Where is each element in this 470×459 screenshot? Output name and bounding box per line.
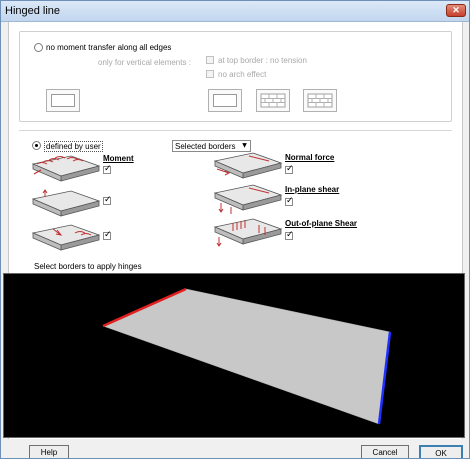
close-button[interactable]: ✕ — [446, 4, 466, 17]
no-arch-checkbox[interactable] — [206, 70, 214, 78]
help-button[interactable]: Help — [29, 445, 69, 458]
dialog-window: Hinged line ✕ no moment transfer along a… — [0, 0, 470, 459]
in-plane-shear-checkbox[interactable] — [285, 196, 294, 206]
plate-moment-icon — [31, 155, 101, 182]
title-bar: Hinged line ✕ — [1, 1, 469, 22]
plate-out-of-plane-shear-icon — [213, 218, 283, 247]
out-of-plane-shear-checkbox[interactable] — [285, 230, 294, 240]
no-moment-radio[interactable] — [34, 43, 43, 52]
plate-moment-icon-3 — [31, 224, 101, 251]
moment-label: Moment — [103, 154, 134, 163]
hinge-3d-viewport[interactable] — [3, 273, 465, 438]
normal-force-label: Normal force — [285, 153, 335, 162]
plate-normal-force-icon — [213, 152, 283, 179]
normal-force-checkbox[interactable] — [285, 164, 294, 174]
moment-checkbox-3[interactable] — [103, 230, 112, 240]
ok-button[interactable]: OK — [419, 445, 463, 458]
vertical-only-label: only for vertical elements : — [98, 58, 191, 67]
window-title: Hinged line — [5, 5, 61, 17]
section-divider — [19, 130, 452, 131]
no-moment-label: no moment transfer along all edges — [46, 43, 172, 52]
defined-by-user-radio[interactable] — [32, 141, 41, 150]
select-borders-instruction: Select borders to apply hinges — [34, 262, 142, 271]
cancel-button[interactable]: Cancel — [361, 445, 409, 458]
out-of-plane-shear-label: Out-of-plane Shear — [285, 219, 358, 228]
moment-checkbox[interactable] — [103, 164, 112, 174]
top-border-checkbox[interactable] — [206, 56, 214, 64]
plate-surface — [102, 288, 391, 425]
brick-wall-icon[interactable] — [256, 89, 290, 112]
in-plane-shear-label: In-plane shear — [285, 185, 340, 194]
moment-checkbox-2[interactable] — [103, 195, 112, 205]
defined-by-user-label: defined by user — [44, 141, 103, 152]
plate-moment-icon-2 — [31, 189, 101, 217]
wall-rect-icon[interactable] — [46, 89, 80, 112]
wall-rect-icon-2[interactable] — [208, 89, 242, 112]
no-arch-label: no arch effect — [218, 70, 267, 79]
top-border-label: at top border : no tension — [218, 56, 307, 65]
brick-wall-icon-2[interactable] — [303, 89, 337, 112]
plate-in-plane-shear-icon — [213, 184, 283, 214]
